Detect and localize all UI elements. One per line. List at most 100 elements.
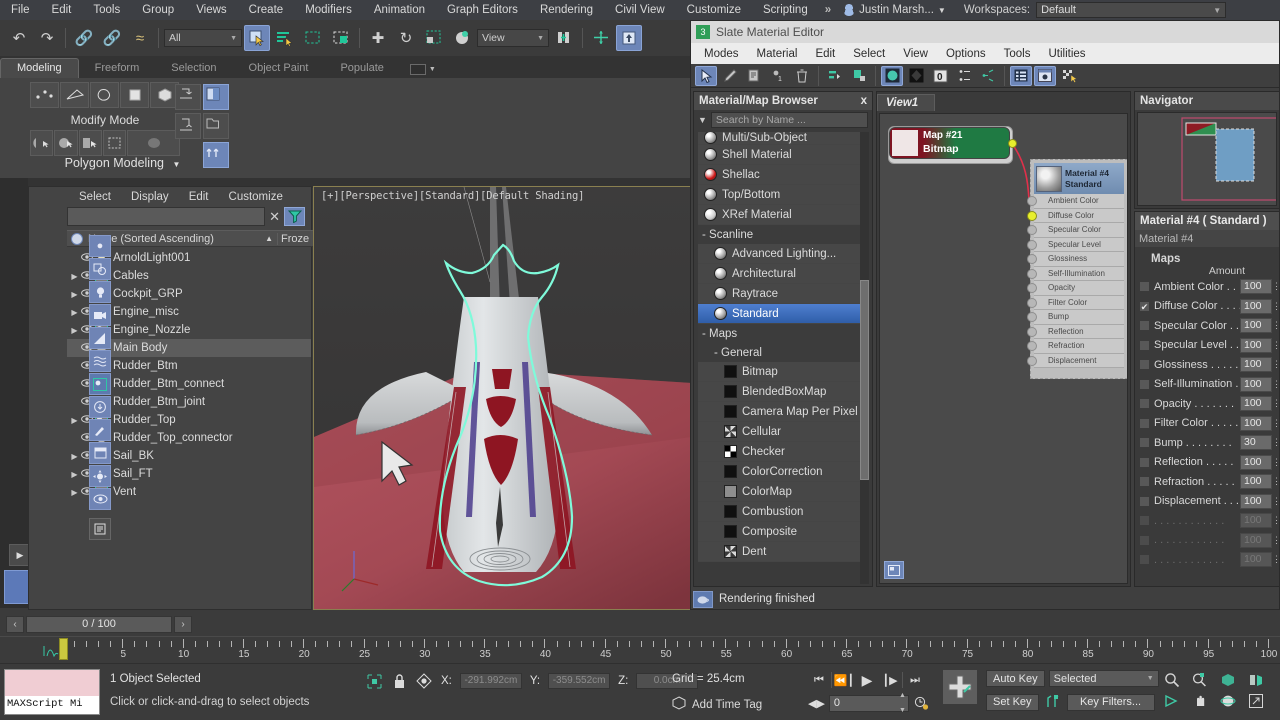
map-amount-field[interactable]: 100 xyxy=(1240,513,1272,529)
workspace-select[interactable]: Default ▼ xyxy=(1036,2,1227,18)
map-amount-field[interactable]: 30 xyxy=(1240,435,1272,451)
menu-edit[interactable]: Edit xyxy=(41,0,83,20)
explorer-menu-display[interactable]: Display xyxy=(121,191,179,203)
close-icon[interactable]: x xyxy=(861,95,867,107)
expand-arrow-icon[interactable]: ▶ xyxy=(69,416,80,425)
absolute-relative-mode-icon[interactable] xyxy=(415,672,433,690)
lay-out-children-icon[interactable] xyxy=(848,66,870,86)
viewport-label[interactable]: [+][Perspective][Standard][Default Shadi… xyxy=(321,190,584,202)
spinner-arrows-icon[interactable]: ⋮ xyxy=(1272,340,1280,351)
expand-arrow-icon[interactable]: ▶ xyxy=(69,488,80,497)
zoom-all-icon[interactable] xyxy=(1188,670,1212,689)
node-input-port[interactable] xyxy=(1027,283,1037,293)
scene-explorer-search-input[interactable] xyxy=(67,207,266,226)
show-shaded-material-icon[interactable]: 1 xyxy=(767,66,789,86)
node-slot[interactable]: Specular Level xyxy=(1027,237,1124,252)
slate-material-editor-titlebar[interactable]: 3 Slate Material Editor xyxy=(691,21,1279,43)
tab-populate[interactable]: Populate xyxy=(324,59,399,78)
tab-view1[interactable]: View1 xyxy=(877,94,936,111)
node-input-port[interactable] xyxy=(1027,225,1037,235)
selection-lock-region-icon[interactable] xyxy=(366,673,383,690)
explorer-menu-customize[interactable]: Customize xyxy=(219,191,293,203)
spinner-arrows-icon[interactable]: ⋮ xyxy=(1272,281,1280,292)
time-slider-handle[interactable] xyxy=(59,638,68,660)
menu-animation[interactable]: Animation xyxy=(363,0,436,20)
zoom-region-icon[interactable] xyxy=(1244,670,1268,689)
key-filters-button[interactable]: Key Filters... xyxy=(1066,693,1155,711)
map-enable-checkbox[interactable] xyxy=(1139,281,1150,293)
map-amount-field[interactable]: 100 xyxy=(1240,279,1272,295)
timeline-ticks[interactable]: 0510152025303540455055606570758085909510… xyxy=(59,637,1280,665)
map-enable-checkbox[interactable] xyxy=(1139,476,1150,488)
undo-icon[interactable]: ↶ xyxy=(6,25,32,51)
sme-menu-view[interactable]: View xyxy=(894,48,937,60)
node-input-port[interactable] xyxy=(1027,326,1037,337)
soft-selection-icon[interactable] xyxy=(127,130,180,156)
node-slot[interactable]: Specular Color xyxy=(1027,223,1124,238)
expand-arrow-icon[interactable]: ▶ xyxy=(69,308,80,317)
select-all-filter-icon[interactable] xyxy=(89,465,111,487)
map-amount-field[interactable]: 100 xyxy=(1240,396,1272,412)
select-lights-filter-icon[interactable] xyxy=(89,281,111,303)
zoom-icon[interactable] xyxy=(1160,670,1184,689)
list-options-icon[interactable] xyxy=(89,518,111,540)
spinner-arrows-icon[interactable]: ⋮ xyxy=(1272,398,1280,409)
map-enable-checkbox[interactable] xyxy=(1139,456,1150,468)
map-enable-checkbox[interactable] xyxy=(1139,554,1150,566)
user-account-menu[interactable]: Justin Marsh... ▼ xyxy=(837,4,952,16)
rectangular-selection-region-icon[interactable] xyxy=(300,25,326,51)
browser-entry[interactable]: Dent xyxy=(698,542,864,562)
next-frame-button[interactable]: › xyxy=(174,615,192,633)
menu-tools[interactable]: Tools xyxy=(82,0,131,20)
filter-icon[interactable] xyxy=(284,207,305,226)
map-enable-checkbox[interactable] xyxy=(1139,320,1150,332)
add-time-tag-plus-button[interactable] xyxy=(942,669,978,705)
sme-menu-options[interactable]: Options xyxy=(937,48,995,60)
map-amount-field[interactable]: 100 xyxy=(1240,552,1272,568)
key-filters-icon[interactable] xyxy=(1043,693,1063,711)
make-unique-icon[interactable] xyxy=(175,113,201,139)
node-slot[interactable]: Bump xyxy=(1027,310,1124,325)
map-parameter-row[interactable]: Self-Illumination . . 100 ⋮ xyxy=(1135,375,1280,395)
track-bar[interactable]: 0510152025303540455055606570758085909510… xyxy=(0,636,1280,664)
edge-subobject-icon[interactable] xyxy=(60,82,89,108)
menu-modifiers[interactable]: Modifiers xyxy=(294,0,363,20)
map-parameter-row[interactable]: . . . . . . . . . . . . 100 ⋮ xyxy=(1135,511,1280,531)
map-parameter-row[interactable]: . . . . . . . . . . . . 100 ⋮ xyxy=(1135,550,1280,570)
menu-views[interactable]: Views xyxy=(185,0,237,20)
selection-filter-select[interactable]: All ▼ xyxy=(164,29,242,47)
expand-arrow-icon[interactable]: ▶ xyxy=(69,470,80,479)
map-amount-field[interactable]: 100 xyxy=(1240,357,1272,373)
previous-frame-icon[interactable]: ⏪┃ xyxy=(833,670,855,690)
browser-entry[interactable]: BlendedBoxMap xyxy=(698,382,864,402)
browser-group-header[interactable]: - Scanline xyxy=(698,225,864,244)
node-input-port[interactable] xyxy=(1027,196,1037,206)
toggle-browser-icon[interactable] xyxy=(1010,65,1032,86)
expand-arrow-icon[interactable]: ▶ xyxy=(69,290,80,299)
browser-group-header[interactable]: - General xyxy=(698,343,864,362)
sme-menu-material[interactable]: Material xyxy=(748,48,807,60)
generate-topology-icon[interactable] xyxy=(30,130,54,156)
map-amount-field[interactable]: 100 xyxy=(1240,415,1272,431)
clear-search-icon[interactable]: ✕ xyxy=(269,209,280,225)
node-slot[interactable]: Opacity xyxy=(1027,281,1124,296)
tab-object-paint[interactable]: Object Paint xyxy=(233,59,325,78)
select-cameras-filter-icon[interactable] xyxy=(89,304,111,326)
menu-rendering[interactable]: Rendering xyxy=(529,0,604,20)
time-configuration-icon[interactable] xyxy=(913,694,931,712)
spinner-arrows-icon[interactable]: ⋮ xyxy=(1272,379,1280,390)
map-parameter-row[interactable]: Specular Level . . 100 ⋮ xyxy=(1135,336,1280,356)
node-material-4[interactable]: Material #4 Standard Ambient Color Diffus… xyxy=(1027,159,1127,379)
spinner-arrows-icon[interactable]: ⋮ xyxy=(1272,554,1280,565)
map-enable-checkbox[interactable] xyxy=(1139,359,1150,371)
expand-arrow-icon[interactable]: ▶ xyxy=(69,452,80,461)
map-amount-field[interactable]: 100 xyxy=(1240,318,1272,334)
sme-menu-tools[interactable]: Tools xyxy=(995,48,1040,60)
next-frame-icon[interactable]: ┃▶ xyxy=(879,670,901,690)
select-geometry-filter-icon[interactable]: ● xyxy=(89,235,111,257)
select-object-icon[interactable] xyxy=(244,25,270,51)
set-key-button[interactable]: Set Key xyxy=(986,693,1039,711)
navigator-toggle-icon[interactable] xyxy=(884,561,904,579)
column-name-label[interactable]: Name (Sorted Ascending) xyxy=(88,233,265,245)
map-amount-field[interactable]: 100 xyxy=(1240,474,1272,490)
